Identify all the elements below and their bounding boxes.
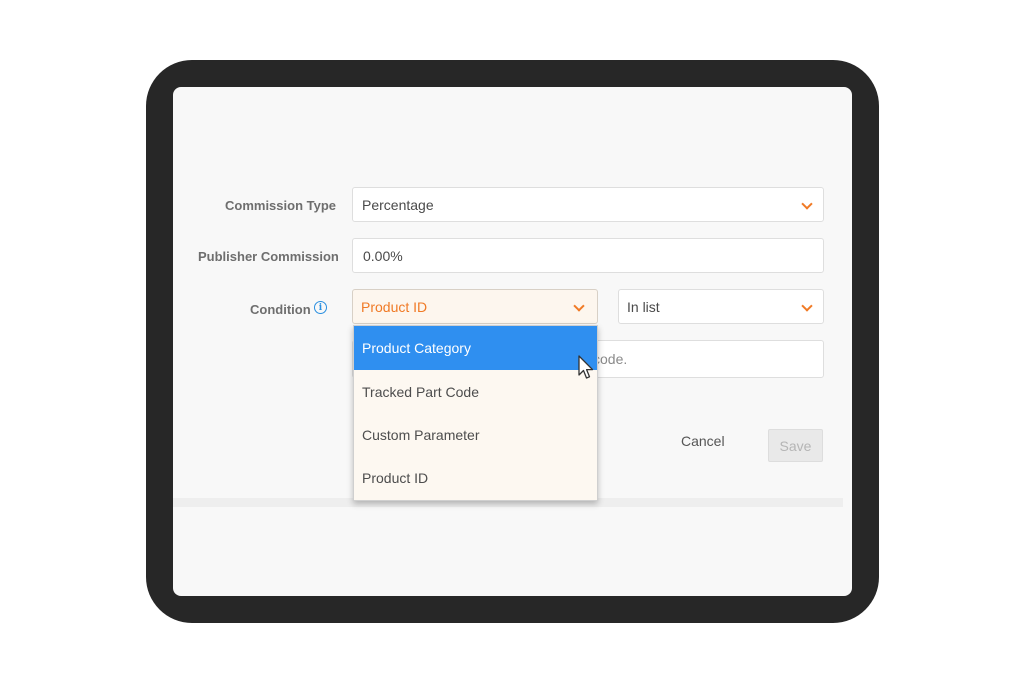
condition-operator-select[interactable]: In list <box>618 289 824 324</box>
cancel-button[interactable]: Cancel <box>681 433 725 449</box>
commission-type-label: Commission Type <box>225 198 337 213</box>
chevron-down-icon <box>573 299 585 312</box>
publisher-commission-value: 0.00% <box>363 247 403 264</box>
publisher-commission-label: Publisher Commission <box>198 249 339 264</box>
chevron-down-icon <box>801 299 813 312</box>
commission-type-select[interactable]: Percentage <box>352 187 824 222</box>
condition-field-dropdown: Product Category Tracked Part Code Custo… <box>353 325 598 501</box>
info-icon[interactable]: i <box>314 301 327 314</box>
dropdown-option-product-id[interactable]: Product ID <box>354 456 597 499</box>
condition-operator-value: In list <box>627 298 660 315</box>
commission-type-value: Percentage <box>362 196 434 213</box>
dropdown-option-product-category[interactable]: Product Category <box>354 326 597 370</box>
save-button[interactable]: Save <box>768 429 823 462</box>
dropdown-option-tracked-part-code[interactable]: Tracked Part Code <box>354 370 597 413</box>
dropdown-option-custom-parameter[interactable]: Custom Parameter <box>354 413 597 456</box>
condition-field-select[interactable]: Product ID <box>352 289 598 324</box>
mouse-pointer-icon <box>578 355 594 379</box>
screen: Commission Type Percentage Publisher Com… <box>173 87 852 596</box>
condition-values-placeholder: code. <box>593 351 628 367</box>
publisher-commission-input[interactable]: 0.00% <box>352 238 824 273</box>
condition-label: Condition <box>250 302 311 317</box>
chevron-down-icon <box>801 197 813 210</box>
condition-field-value: Product ID <box>361 298 428 315</box>
